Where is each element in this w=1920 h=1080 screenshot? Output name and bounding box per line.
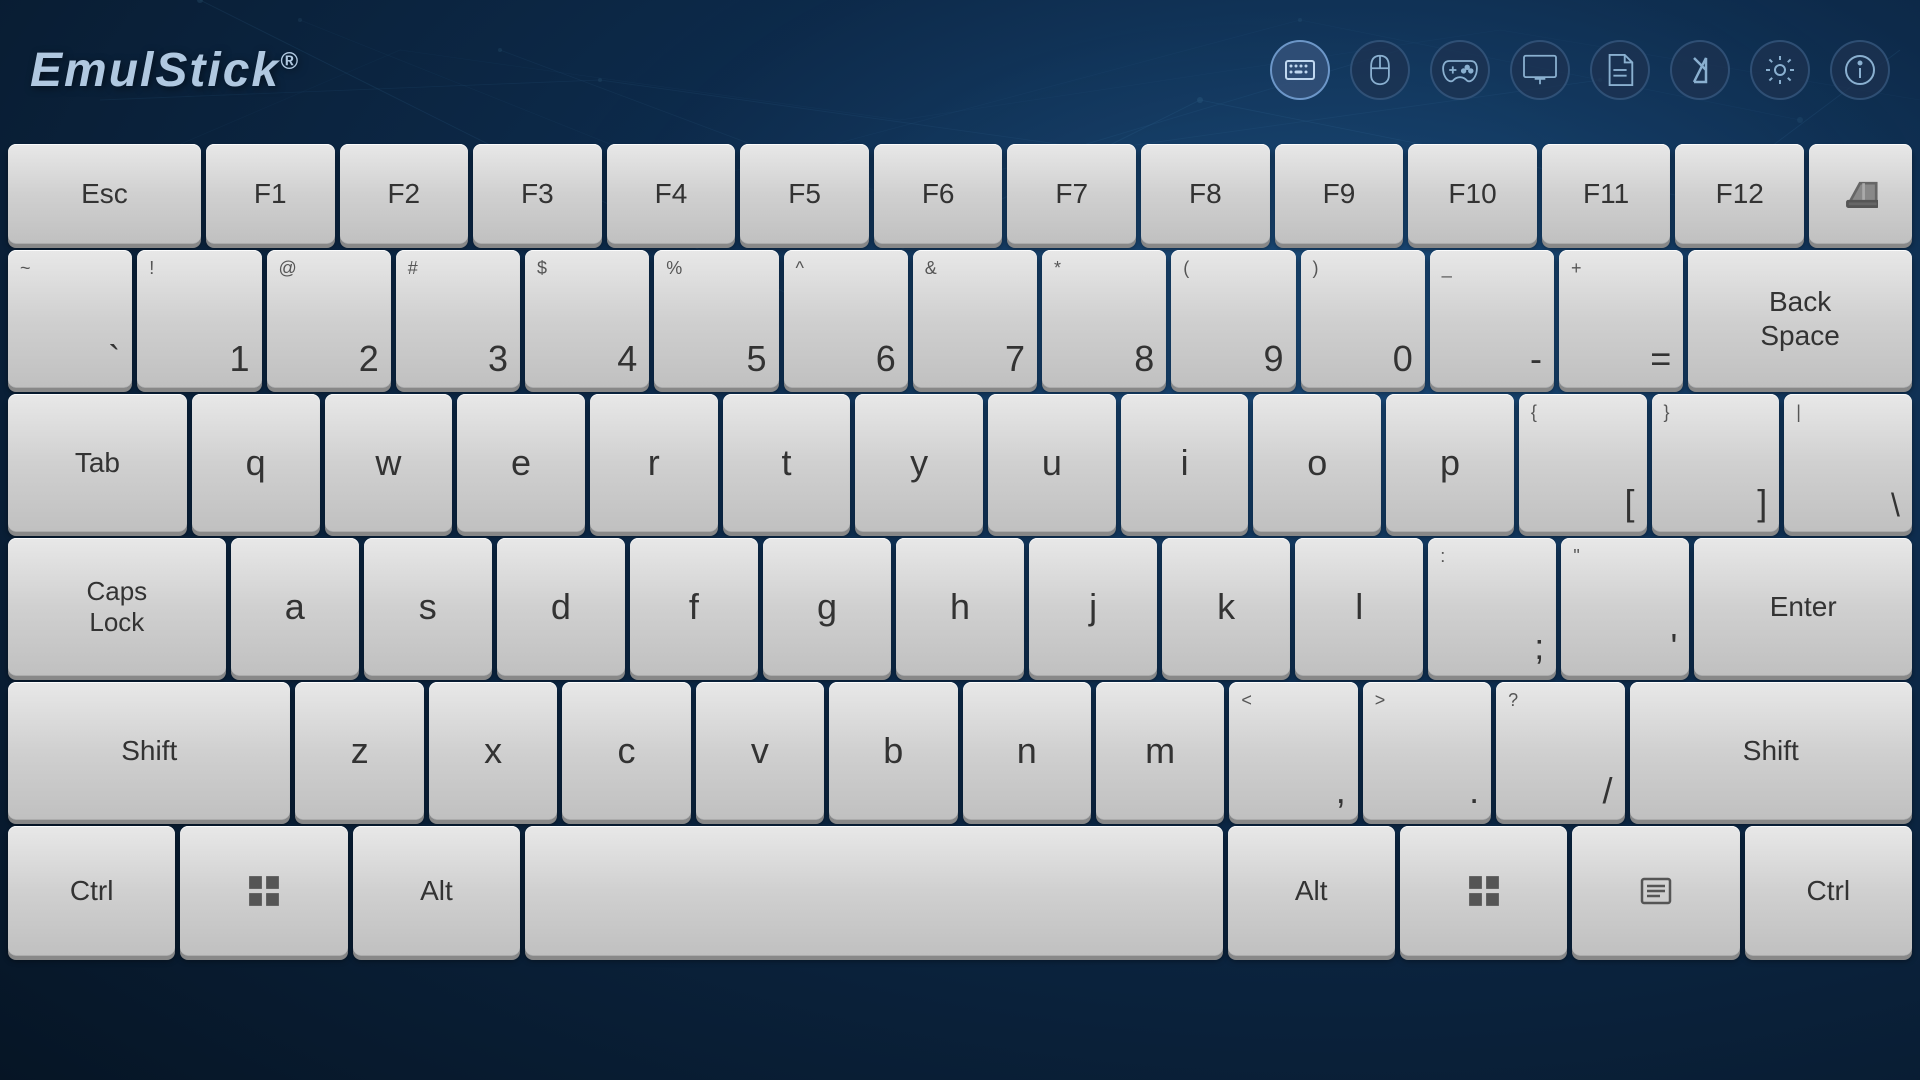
asdf-row: Caps Lock a s d f g h j k l : ; " ' Ente… <box>4 538 1916 676</box>
key-b[interactable]: b <box>829 682 957 820</box>
key-backslash[interactable]: | \ <box>1784 394 1912 532</box>
key-h[interactable]: h <box>896 538 1024 676</box>
key-eraser[interactable] <box>1809 144 1912 244</box>
key-f5[interactable]: F5 <box>740 144 869 244</box>
virtual-keyboard: Esc F1 F2 F3 F4 F5 F6 F7 F8 F9 F10 F11 F… <box>0 140 1920 956</box>
key-m[interactable]: m <box>1096 682 1224 820</box>
key-bracket-right[interactable]: } ] <box>1652 394 1780 532</box>
key-alt-right[interactable]: Alt <box>1228 826 1395 956</box>
key-equals[interactable]: + = <box>1559 250 1683 388</box>
key-win-right[interactable] <box>1400 826 1567 956</box>
key-n[interactable]: n <box>963 682 1091 820</box>
key-win-left[interactable] <box>180 826 347 956</box>
mouse-toolbar-btn[interactable] <box>1350 40 1410 100</box>
key-i[interactable]: i <box>1121 394 1249 532</box>
key-ctrl-right[interactable]: Ctrl <box>1745 826 1912 956</box>
key-v[interactable]: v <box>696 682 824 820</box>
key-capslock[interactable]: Caps Lock <box>8 538 226 676</box>
key-esc[interactable]: Esc <box>8 144 201 244</box>
key-c[interactable]: c <box>562 682 690 820</box>
key-f6[interactable]: F6 <box>874 144 1003 244</box>
key-ctrl-left[interactable]: Ctrl <box>8 826 175 956</box>
key-s[interactable]: s <box>364 538 492 676</box>
key-f4[interactable]: F4 <box>607 144 736 244</box>
key-enter[interactable]: Enter <box>1694 538 1912 676</box>
app-logo: EmulStick® <box>30 43 300 98</box>
key-3[interactable]: # 3 <box>396 250 520 388</box>
key-0[interactable]: ) 0 <box>1301 250 1425 388</box>
key-menu[interactable] <box>1572 826 1739 956</box>
key-g[interactable]: g <box>763 538 891 676</box>
key-2[interactable]: @ 2 <box>267 250 391 388</box>
key-7[interactable]: & 7 <box>913 250 1037 388</box>
key-backtick[interactable]: ~ ` <box>8 250 132 388</box>
key-p[interactable]: p <box>1386 394 1514 532</box>
key-k[interactable]: k <box>1162 538 1290 676</box>
key-6[interactable]: ^ 6 <box>784 250 908 388</box>
key-period[interactable]: > . <box>1363 682 1491 820</box>
key-alt-left[interactable]: Alt <box>353 826 520 956</box>
key-space[interactable] <box>525 826 1222 956</box>
key-comma[interactable]: < , <box>1229 682 1357 820</box>
key-f[interactable]: f <box>630 538 758 676</box>
key-9[interactable]: ( 9 <box>1171 250 1295 388</box>
key-f11[interactable]: F11 <box>1542 144 1671 244</box>
monitor-toolbar-btn[interactable] <box>1510 40 1570 100</box>
key-f2[interactable]: F2 <box>340 144 469 244</box>
key-t[interactable]: t <box>723 394 851 532</box>
key-backspace[interactable]: Back Space <box>1688 250 1912 388</box>
key-1[interactable]: ! 1 <box>137 250 261 388</box>
zxcv-row: Shift z x c v b n m < , > . ? / Shift <box>4 682 1916 820</box>
key-8[interactable]: * 8 <box>1042 250 1166 388</box>
key-5[interactable]: % 5 <box>654 250 778 388</box>
key-f3[interactable]: F3 <box>473 144 602 244</box>
key-f8[interactable]: F8 <box>1141 144 1270 244</box>
header: EmulStick® <box>0 0 1920 140</box>
key-f7[interactable]: F7 <box>1007 144 1136 244</box>
key-a[interactable]: a <box>231 538 359 676</box>
key-4[interactable]: $ 4 <box>525 250 649 388</box>
key-shift-right[interactable]: Shift <box>1630 682 1912 820</box>
key-f1[interactable]: F1 <box>206 144 335 244</box>
key-quote[interactable]: " ' <box>1561 538 1689 676</box>
key-w[interactable]: w <box>325 394 453 532</box>
toolbar <box>1270 40 1890 100</box>
qwerty-row: Tab q w e r t y u i o p { [ } ] | \ <box>4 394 1916 532</box>
fn-row: Esc F1 F2 F3 F4 F5 F6 F7 F8 F9 F10 F11 F… <box>4 144 1916 244</box>
key-f10[interactable]: F10 <box>1408 144 1537 244</box>
key-q[interactable]: q <box>192 394 320 532</box>
settings-toolbar-btn[interactable] <box>1750 40 1810 100</box>
key-f12[interactable]: F12 <box>1675 144 1804 244</box>
key-tab[interactable]: Tab <box>8 394 187 532</box>
key-u[interactable]: u <box>988 394 1116 532</box>
bluetooth-toolbar-btn[interactable] <box>1670 40 1730 100</box>
key-bracket-left[interactable]: { [ <box>1519 394 1647 532</box>
key-shift-left[interactable]: Shift <box>8 682 290 820</box>
key-r[interactable]: r <box>590 394 718 532</box>
key-e[interactable]: e <box>457 394 585 532</box>
gamepad-toolbar-btn[interactable] <box>1430 40 1490 100</box>
key-j[interactable]: j <box>1029 538 1157 676</box>
bottom-row: Ctrl Alt Alt <box>4 826 1916 956</box>
key-f9[interactable]: F9 <box>1275 144 1404 244</box>
key-slash[interactable]: ? / <box>1496 682 1624 820</box>
num-row: ~ ` ! 1 @ 2 # 3 $ 4 <box>4 250 1916 388</box>
key-z[interactable]: z <box>295 682 423 820</box>
key-d[interactable]: d <box>497 538 625 676</box>
keyboard-toolbar-btn[interactable] <box>1270 40 1330 100</box>
media-toolbar-btn[interactable] <box>1590 40 1650 100</box>
key-l[interactable]: l <box>1295 538 1423 676</box>
key-o[interactable]: o <box>1253 394 1381 532</box>
info-toolbar-btn[interactable] <box>1830 40 1890 100</box>
key-y[interactable]: y <box>855 394 983 532</box>
key-minus[interactable]: _ - <box>1430 250 1554 388</box>
key-semicolon[interactable]: : ; <box>1428 538 1556 676</box>
key-x[interactable]: x <box>429 682 557 820</box>
